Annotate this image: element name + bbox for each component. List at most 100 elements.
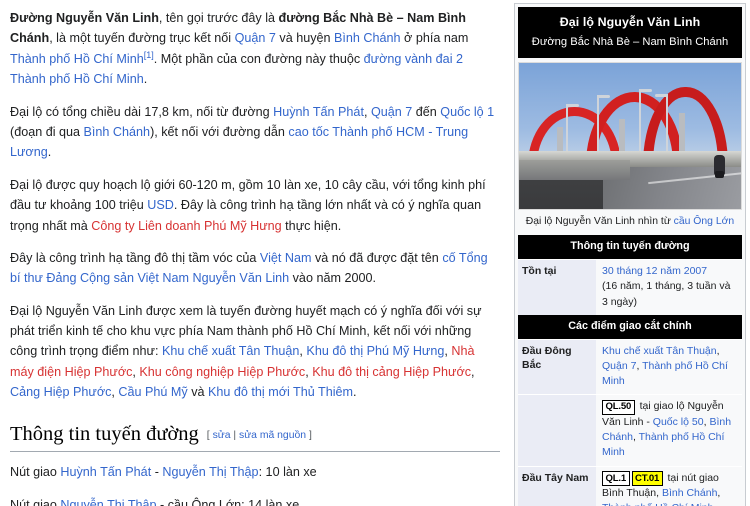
text-run: đến [412, 104, 441, 119]
infobox-row: Đầu Tây Nam QL.1 CT.01 tại nút giao Bình T… [518, 465, 742, 506]
text-run: - cầu Ông Lớn: 14 làn xe [156, 497, 300, 506]
article-content: Đường Nguyễn Văn Linh, tên gọi trước đây… [10, 8, 500, 506]
street-lamp-1 [565, 104, 579, 154]
infobox-sections: Thông tin tuyến đường Tồn tại 30 tháng 12 … [518, 235, 742, 506]
lead-paragraph-4: Đây là công trình hạ tầng đô thị tầm vóc… [10, 248, 500, 289]
street-lamp-3 [638, 89, 652, 154]
text-run: và [187, 385, 209, 400]
text-run: - [151, 465, 163, 480]
wiki-link[interactable]: Bình Chánh [662, 487, 717, 499]
infobox-table: Đại lộ Nguyễn Văn Linh Đường Bắc Nhà Bè … [518, 7, 742, 506]
text-run: Đây là công trình hạ tầng đô thị tầm vóc… [10, 250, 260, 265]
text-run: và nó đã được đặt tên [311, 250, 443, 265]
text-run: thực hiện. [281, 218, 342, 233]
wiki-redlink[interactable]: Khu đô thị cảng Hiệp Phước [312, 365, 471, 379]
lead-paragraph-3: Đại lộ được quy hoạch lộ giới 60-120 m, … [10, 175, 500, 236]
expressway-shield[interactable]: CT.01 [631, 471, 663, 487]
wiki-redlink[interactable]: Công ty Liên doanh Phú Mỹ Hưng [91, 219, 281, 233]
infobox-title-row: Đại lộ Nguyễn Văn Linh Đường Bắc Nhà Bè … [518, 7, 742, 59]
text-run: (đoạn đi qua [10, 124, 84, 139]
wiki-link[interactable]: Huỳnh Tấn Phát [60, 465, 151, 479]
text-run: : 10 làn xe [258, 465, 317, 480]
wiki-link[interactable]: Thành phố Hồ Chí Minh [10, 52, 144, 66]
edit-section-links: [ sửa | sửa mã nguồn ] [207, 430, 312, 441]
edit-link[interactable]: sửa [213, 430, 231, 441]
wiki-link[interactable]: Quốc lộ 1 [440, 105, 494, 119]
infobox-title-cell: Đại lộ Nguyễn Văn Linh Đường Bắc Nhà Bè … [518, 7, 742, 59]
wiki-link[interactable]: Cảng Hiệp Phước [10, 385, 111, 399]
wiki-link[interactable]: Nguyễn Thị Thập [162, 465, 258, 479]
wiki-link[interactable]: Khu chế xuất Tân Thuận [162, 344, 299, 358]
wiki-link[interactable]: Khu đô thị Phú Mỹ Hưng [306, 344, 444, 358]
wiki-link[interactable]: Khu đô thị mới Thủ Thiêm [208, 385, 353, 399]
text-run: , tên gọi trước đây là [158, 11, 279, 25]
text-run: , [363, 104, 371, 119]
wiki-link[interactable]: Nguyễn Thị Thập [60, 498, 156, 506]
infobox-caption-row: Đại lộ Nguyễn Văn Linh nhìn từ cầu Ông L… [518, 210, 742, 236]
photo-motorcyclist [714, 155, 726, 179]
infobox-row-label: Đầu Đông Bắc [518, 338, 596, 395]
lead-paragraph-5: Đại lộ Nguyễn Văn Linh được xem là tuyến… [10, 301, 500, 403]
wiki-link[interactable]: Quốc lộ 50 [653, 416, 704, 428]
section-heading-route-info: Thông tin tuyến đường [ sửa | sửa mã nguồ… [10, 421, 500, 453]
infobox-row-value: Khu chế xuất Tân Thuận, Quận 7, Thành ph… [596, 338, 742, 395]
text-run: Nút giao [10, 465, 61, 480]
bridge-photo[interactable] [518, 62, 742, 211]
text-run: . [143, 72, 148, 87]
route-info-paragraph: Nút giao Nguyễn Thị Thập - cầu Ông Lớn: … [10, 495, 500, 506]
wiki-link[interactable]: Bình Chánh [334, 31, 401, 45]
wiki-link[interactable]: USD [147, 198, 174, 212]
wiki-link[interactable]: Bình Chánh [84, 125, 151, 139]
text-run: Đại lộ có tổng chiều dài 17,8 km, nối từ… [10, 104, 274, 119]
text-run: , [717, 487, 721, 500]
infobox-image-row [518, 58, 742, 211]
infobox-row: Tồn tại 30 tháng 12 năm 2007 (16 năm, 1 th… [518, 259, 742, 315]
wiki-link[interactable]: Quận 7 [235, 31, 276, 45]
edit-source-link[interactable]: sửa mã nguồn [239, 430, 306, 441]
wiki-link[interactable]: Việt Nam [260, 251, 312, 265]
text-run: , [716, 344, 720, 357]
reference-link[interactable]: [1] [144, 50, 154, 60]
wiki-link[interactable]: Huỳnh Tấn Phát [273, 105, 364, 119]
infobox-image-cell [518, 58, 742, 211]
lead-paragraph-1: Đường Nguyễn Văn Linh, tên gọi trước đây… [10, 8, 500, 90]
infobox-section-header: Thông tin tuyến đường [518, 235, 742, 260]
highway-shield[interactable]: QL.1 [602, 471, 630, 487]
photo-lower-barrier [519, 159, 630, 180]
infobox-row-label: Đầu Tây Nam [518, 465, 596, 506]
edit-separator: | [233, 429, 237, 441]
infobox-row-label [518, 394, 596, 467]
text-run: ở phía nam [400, 31, 469, 46]
infobox-row-value: QL.50 tại giao lộ Nguyễn Văn Linh - Quốc… [596, 394, 742, 467]
bold-text: Đường Nguyễn Văn Linh [10, 11, 159, 25]
article-page: Đại lộ Nguyễn Văn Linh Đường Bắc Nhà Bè … [0, 0, 750, 506]
wiki-link[interactable]: Quận 7 [602, 360, 636, 372]
heading-text: Thông tin tuyến đường [10, 422, 199, 445]
reference-marker[interactable]: [1] [144, 50, 154, 60]
wiki-link[interactable]: Thành phố Hồ Chí Minh [602, 502, 713, 506]
wiki-link[interactable]: 30 tháng 12 năm 2007 [602, 265, 707, 277]
text-run: vào năm 2000. [289, 271, 376, 286]
edit-bracket-close: ] [308, 429, 312, 441]
street-lamp-4 [654, 93, 668, 156]
highway-shield[interactable]: QL.50 [602, 399, 635, 415]
lead-paragraph-2: Đại lộ có tổng chiều dài 17,8 km, nối từ… [10, 102, 500, 163]
infobox-row: Đầu Đông Bắc Khu chế xuất Tân Thuận, Quận… [518, 338, 742, 395]
infobox-section-header-row: Thông tin tuyến đường [518, 235, 742, 260]
wiki-redlink[interactable]: Khu công nghiệp Hiệp Phước [139, 365, 305, 379]
wiki-link[interactable]: cầu Ông Lớn [674, 216, 735, 227]
wiki-link[interactable]: Quận 7 [371, 105, 412, 119]
street-lamp-2 [596, 95, 610, 154]
infobox-section-header: Các điểm giao cắt chính [518, 314, 742, 340]
text-run: , [471, 364, 475, 379]
text-run: (16 năm, 1 tháng, 3 tuần và 3 ngày) [602, 280, 731, 308]
text-run: và huyện [275, 31, 335, 46]
infobox-caption: Đại lộ Nguyễn Văn Linh nhìn từ cầu Ông L… [518, 210, 742, 236]
route-info-paragraph: Nút giao Huỳnh Tấn Phát - Nguyễn Thị Thậ… [10, 462, 500, 482]
text-run: . [47, 145, 52, 160]
text-run: ), kết nối với đường dẫn [150, 124, 289, 139]
infobox-row-value: 30 tháng 12 năm 2007 (16 năm, 1 tháng, 3 … [596, 259, 742, 315]
wiki-link[interactable]: Cầu Phú Mỹ [118, 385, 187, 399]
wiki-link[interactable]: Khu chế xuất Tân Thuận [602, 345, 717, 357]
infobox-section-header-row: Các điểm giao cắt chính [518, 314, 742, 340]
